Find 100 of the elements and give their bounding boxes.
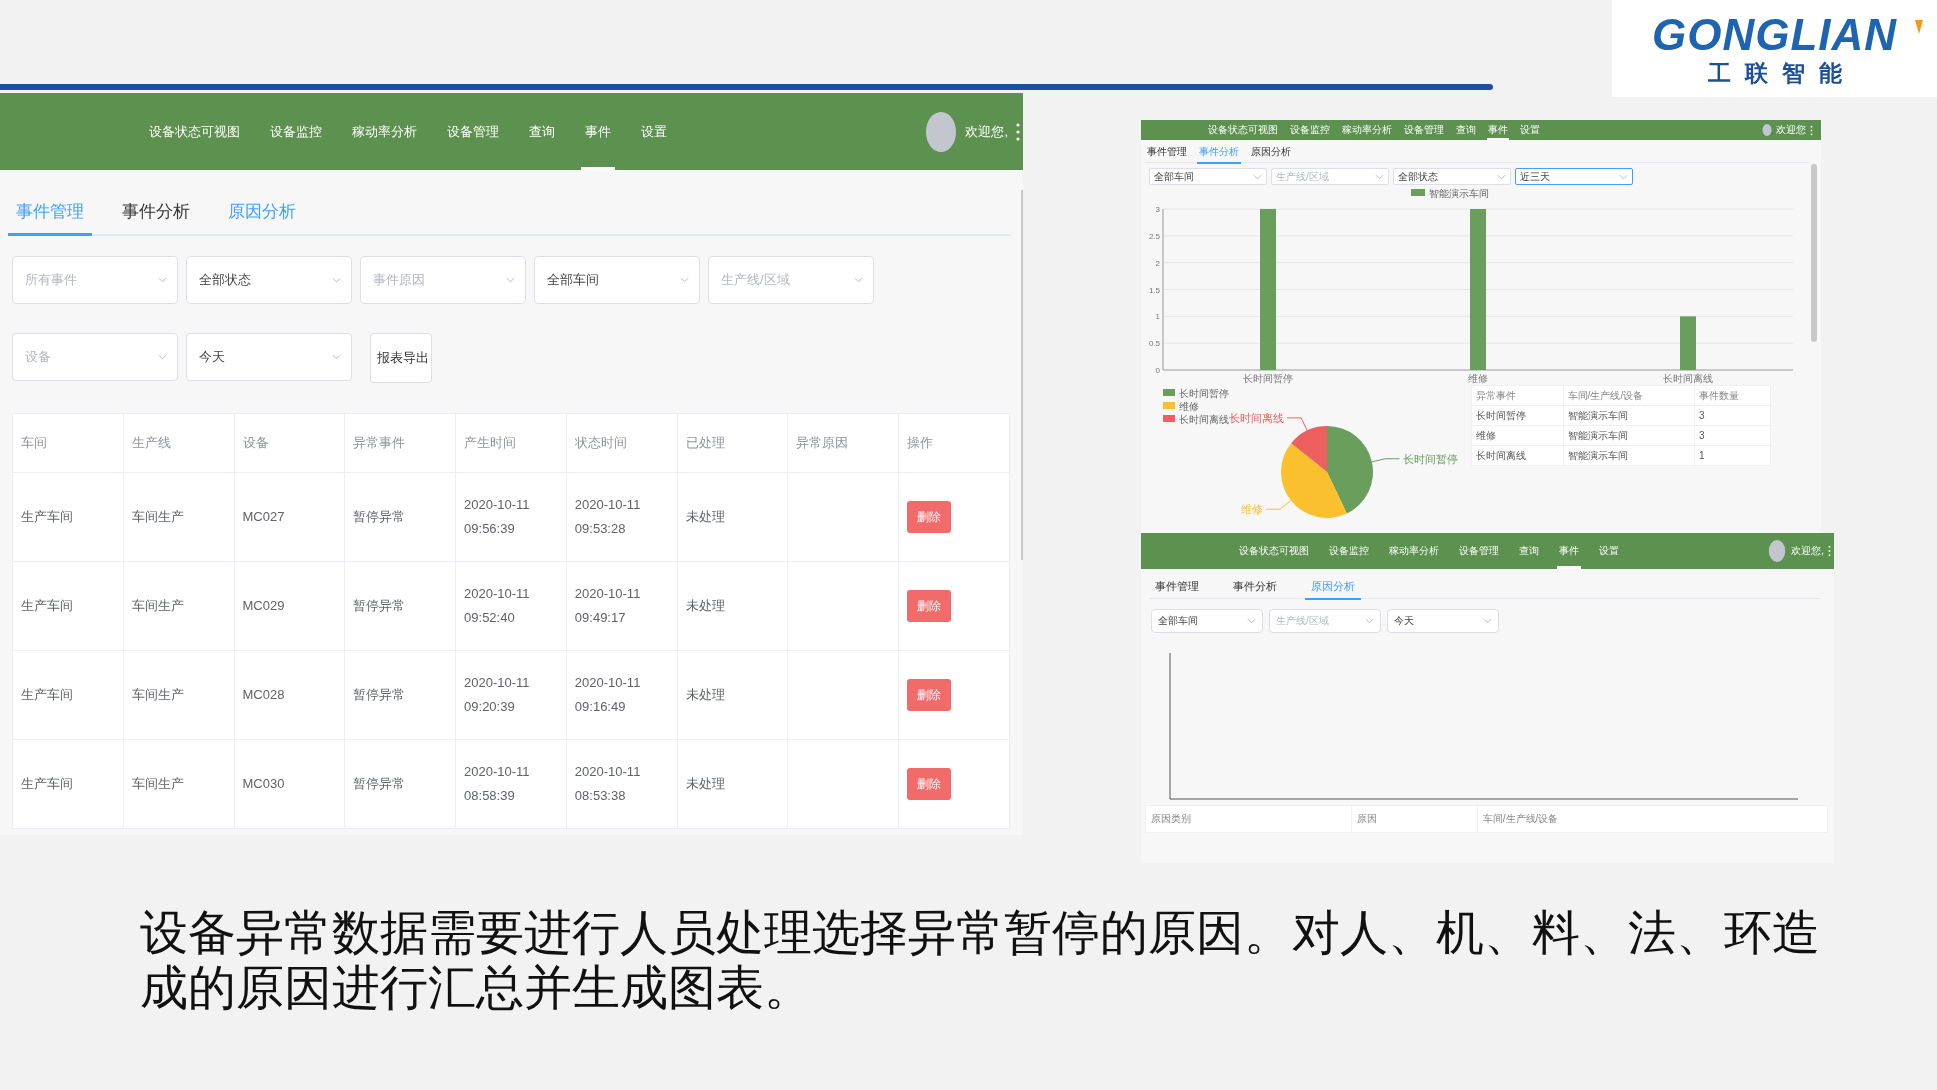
leader-line	[1371, 458, 1400, 463]
table-cell: 1	[1694, 445, 1771, 466]
tab[interactable]: 事件分析	[1197, 145, 1241, 164]
nav-item[interactable]: 设置	[1597, 533, 1621, 569]
chevron-icon	[1375, 173, 1384, 180]
column-header: 设备	[234, 413, 345, 473]
more-icon[interactable]	[1810, 124, 1813, 136]
select-field[interactable]: 今天	[1387, 609, 1499, 633]
bar	[1680, 316, 1696, 370]
table-cell: 3	[1694, 425, 1771, 446]
nav-item[interactable]: 设备状态可视图	[1207, 120, 1279, 140]
nav-item[interactable]: 设置	[637, 93, 671, 170]
select-field[interactable]: 生产线/区域	[1271, 168, 1389, 185]
delete-button[interactable]: 删除	[907, 501, 952, 533]
table-cell: 未处理	[677, 650, 788, 740]
column-header: 生产线	[123, 413, 235, 473]
nav-item[interactable]: 稼动率分析	[1341, 120, 1393, 140]
nav-item[interactable]: 设置	[1519, 120, 1541, 140]
table-cell: 车间生产	[123, 650, 235, 740]
tab[interactable]: 原因分析	[220, 200, 304, 236]
chevron-icon	[332, 354, 341, 360]
legend-label: 智能演示车间	[1429, 188, 1489, 199]
nav-item[interactable]: 查询	[525, 93, 559, 170]
nav-item[interactable]: 设备管理	[1403, 120, 1445, 140]
nav-item[interactable]: 事件	[1487, 120, 1509, 140]
tab[interactable]: 原因分析	[1249, 145, 1293, 164]
select-field[interactable]: 全部车间	[534, 256, 700, 304]
delete-button[interactable]: 删除	[907, 768, 952, 800]
tab[interactable]: 事件分析	[114, 200, 198, 236]
select-field[interactable]: 全部车间	[1149, 168, 1267, 185]
table-cell: 智能演示车间	[1563, 405, 1695, 426]
axis-label: 长时间暂停	[1243, 373, 1293, 384]
more-icon[interactable]	[1828, 545, 1831, 557]
select-field[interactable]: 全部状态	[1393, 168, 1511, 185]
nav-item[interactable]: 稼动率分析	[1387, 533, 1441, 569]
table-cell: 智能演示车间	[1563, 425, 1695, 446]
table-cell: 暂停异常	[344, 739, 456, 829]
more-icon[interactable]	[1016, 121, 1020, 142]
legend-label: 维修	[1179, 401, 1199, 412]
column-header: 操作	[898, 413, 1010, 473]
scrollbar[interactable]	[1811, 164, 1817, 342]
chevron-icon	[854, 277, 863, 283]
nav-item[interactable]: 稼动率分析	[348, 93, 421, 170]
table-cell: 未处理	[677, 561, 788, 651]
nav-item[interactable]: 设备管理	[1457, 533, 1501, 569]
tab[interactable]: 事件分析	[1227, 579, 1283, 600]
nav-item[interactable]: 设备监控	[266, 93, 326, 170]
avatar-icon[interactable]	[1761, 124, 1773, 136]
nav-item[interactable]: 设备管理	[443, 93, 503, 170]
nav-item[interactable]: 查询	[1455, 120, 1477, 140]
legend-swatch	[1163, 415, 1175, 422]
tab[interactable]: 事件管理	[8, 200, 92, 236]
table-cell: 车间生产	[123, 472, 235, 562]
axis-label: 维修	[1468, 373, 1488, 384]
table-cell: 生产车间	[12, 561, 124, 651]
select-field[interactable]: 生产线/区域	[1269, 609, 1381, 633]
caption-text: 设备异常数据需要进行人员处理选择异常暂停的原因。对人、机、料、法、环造成的原因进行汇总并生成图表。	[140, 905, 1821, 1015]
column-header: 已处理	[677, 413, 788, 473]
tab[interactable]: 原因分析	[1305, 579, 1361, 600]
avatar-icon[interactable]	[1767, 540, 1788, 562]
table-cell: 生产车间	[12, 472, 124, 562]
axis-label: 长时间离线	[1663, 373, 1713, 384]
nav-item[interactable]: 设备状态可视图	[145, 93, 244, 170]
select-field[interactable]: 全部车间	[1151, 609, 1263, 633]
avatar-icon[interactable]	[926, 111, 957, 152]
nav-item[interactable]: 设备监控	[1327, 533, 1371, 569]
chevron-icon	[1497, 173, 1506, 180]
select-field[interactable]: 近三天	[1515, 168, 1633, 185]
tab[interactable]: 事件管理	[1149, 579, 1205, 600]
column-header: 异常原因	[787, 413, 899, 473]
welcome-text: 欢迎您,	[965, 122, 1008, 141]
select-field[interactable]: 生产线/区域	[708, 256, 874, 304]
select-field[interactable]: 事件原因	[360, 256, 526, 304]
chevron-icon	[1483, 618, 1492, 624]
select-field[interactable]: 今天	[186, 333, 352, 381]
nav-item[interactable]: 事件	[1557, 533, 1581, 569]
table-cell: 车间生产	[123, 739, 235, 829]
logo: GONGLIAN 工联智能	[1612, 0, 1937, 97]
column-header: 异常事件	[1471, 385, 1564, 406]
scrollbar[interactable]	[1021, 190, 1023, 560]
axis-label: 3	[1155, 205, 1160, 214]
export-button[interactable]: 报表导出	[370, 333, 432, 383]
nav-item[interactable]: 查询	[1517, 533, 1541, 569]
table-cell: MC029	[234, 561, 345, 651]
delete-button[interactable]: 删除	[907, 679, 952, 711]
select-field[interactable]: 设备	[12, 333, 178, 381]
delete-button[interactable]: 删除	[907, 590, 952, 622]
nav-item[interactable]: 设备状态可视图	[1237, 533, 1311, 569]
table-cell: 3	[1694, 405, 1771, 426]
table-cell: 维修	[1471, 425, 1564, 446]
tab[interactable]: 事件管理	[1145, 145, 1189, 164]
nav-item[interactable]: 事件	[581, 93, 615, 170]
select-field[interactable]: 所有事件	[12, 256, 178, 304]
table-cell: MC028	[234, 650, 345, 740]
chevron-icon	[158, 354, 167, 360]
chevron-icon	[1365, 618, 1374, 624]
table-cell: 2020-10-11 09:53:28	[566, 472, 678, 562]
nav-item[interactable]: 设备监控	[1289, 120, 1331, 140]
select-field[interactable]: 全部状态	[186, 256, 352, 304]
chevron-icon	[158, 277, 167, 283]
